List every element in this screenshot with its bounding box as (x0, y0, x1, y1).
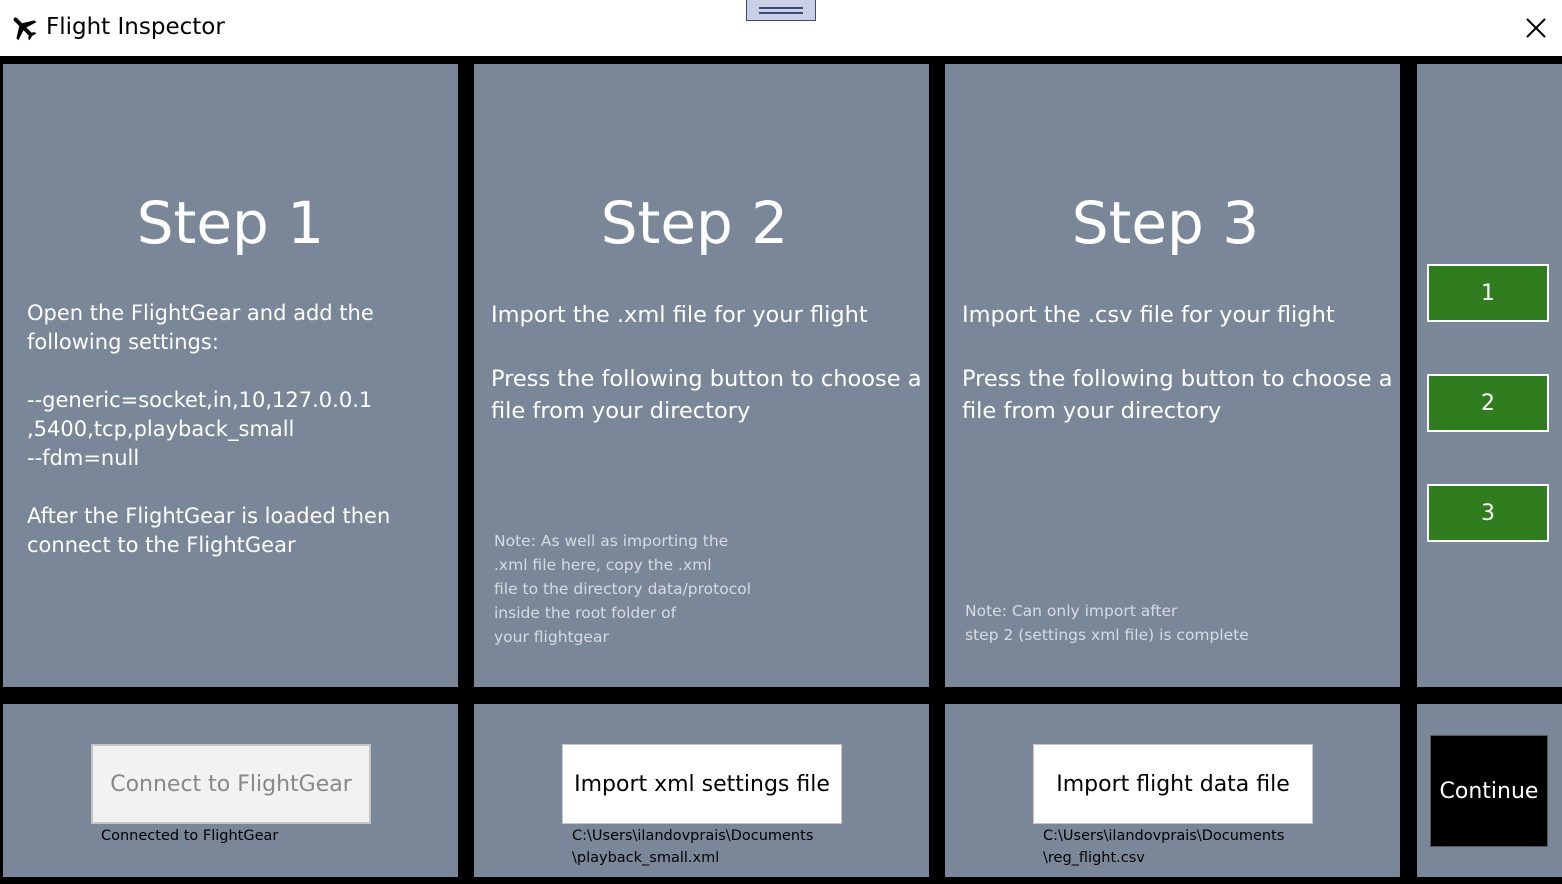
step3-panel: Step 3 Import the .csv file for your fli… (945, 64, 1400, 687)
csv-file-path: C:\Users\ilandovprais\Documents \reg_fli… (1043, 828, 1285, 866)
step1-panel: Step 1 Open the FlightGear and add the f… (3, 64, 458, 687)
nav-panel: 1 2 3 (1417, 64, 1562, 687)
connection-status: Connected to FlightGear (101, 828, 279, 844)
continue-button[interactable]: Continue (1430, 735, 1548, 847)
step3-note: Note: Can only import after step 2 (sett… (965, 602, 1249, 644)
step1-nav-button[interactable]: 1 (1427, 264, 1549, 322)
step2-nav-button[interactable]: 2 (1427, 374, 1549, 432)
connect-flightgear-button[interactable]: Connect to FlightGear (91, 744, 371, 824)
title-bar: Flight Inspector (0, 0, 1562, 56)
step2-title: Step 2 (600, 189, 789, 257)
step2-panel: Step 2 Import the .xml file for your fli… (474, 64, 929, 687)
step1-title: Step 1 (136, 189, 325, 257)
step2-note: Note: As well as importing the .xml file… (494, 532, 752, 646)
import-csv-button[interactable]: Import flight data file (1033, 744, 1313, 824)
close-icon[interactable] (1518, 10, 1554, 46)
xml-file-path: C:\Users\ilandovprais\Documents \playbac… (572, 828, 814, 866)
step2-description: Import the .xml file for your flight Pre… (491, 302, 922, 424)
import-xml-button[interactable]: Import xml settings file (562, 744, 842, 824)
drag-handle-icon[interactable] (746, 0, 816, 21)
step1-description: Open the FlightGear and add the followin… (27, 301, 391, 557)
continue-panel: Continue (1417, 704, 1562, 877)
step3-nav-button[interactable]: 3 (1427, 484, 1549, 542)
step3-action-panel: Import flight data file C:\Users\ilandov… (945, 704, 1400, 877)
step3-title: Step 3 (1071, 189, 1260, 257)
step2-action-panel: Import xml settings file C:\Users\ilando… (474, 704, 929, 877)
step3-description: Import the .csv file for your flight Pre… (962, 302, 1393, 424)
step1-action-panel: Connect to FlightGear Connected to Fligh… (3, 704, 458, 877)
window-title: Flight Inspector (46, 14, 225, 40)
airplane-icon (13, 17, 37, 41)
